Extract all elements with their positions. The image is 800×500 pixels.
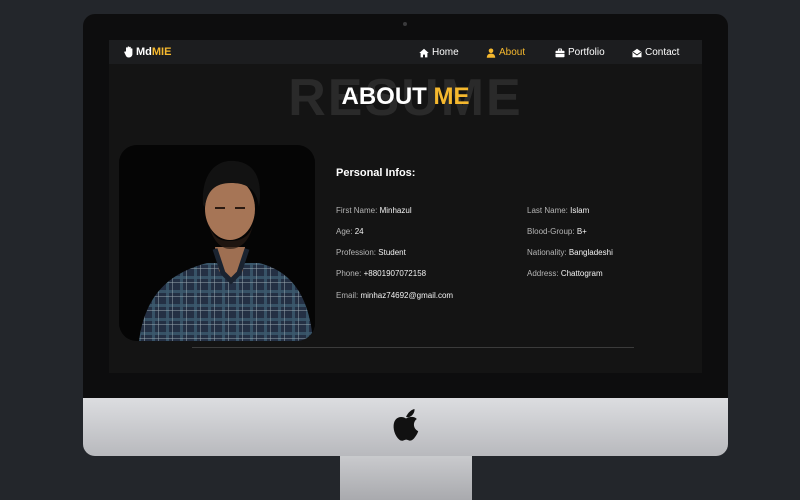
- section-title-accent: ME: [433, 83, 470, 110]
- brand-accent: MIE: [151, 46, 172, 58]
- nationality-value: Bangladeshi: [568, 248, 613, 257]
- email-label: Email:: [336, 291, 359, 300]
- camera-dot: [403, 22, 407, 26]
- info-nationality: Nationality: Bangladeshi: [527, 248, 613, 258]
- phone-value[interactable]: +8801907072158: [364, 269, 427, 278]
- info-phone: Phone: +8801907072158: [336, 269, 426, 279]
- info-email: Email: minhaz74692@gmail.com: [336, 291, 453, 301]
- first-name-label: First Name:: [336, 206, 378, 215]
- user-icon: [486, 48, 496, 58]
- nav-contact[interactable]: Contact: [632, 46, 679, 59]
- briefcase-icon: [555, 48, 565, 57]
- profession-value: Student: [378, 248, 406, 257]
- nav-about-label: About: [499, 47, 526, 58]
- apple-logo-icon: [393, 409, 419, 441]
- section-title: ABOUT ME: [109, 83, 702, 111]
- personal-infos-heading: Personal Infos:: [336, 167, 416, 179]
- website-screen: Md MIE Home About Portfolio Contact RESUM…: [109, 40, 702, 373]
- address-label: Address:: [527, 269, 559, 278]
- info-first-name: First Name: Minhazul: [336, 206, 412, 216]
- info-address: Address: Chattogram: [527, 269, 603, 279]
- info-blood-group: Blood-Group: B+: [527, 227, 587, 237]
- nav-contact-label: Contact: [645, 47, 680, 58]
- section-title-main: ABOUT: [341, 83, 427, 110]
- section-divider: [192, 347, 634, 348]
- email-value[interactable]: minhaz74692@gmail.com: [360, 291, 453, 300]
- info-age: Age: 24: [336, 227, 364, 237]
- profile-photo: [119, 145, 315, 341]
- nav-about[interactable]: About: [486, 46, 525, 59]
- nav-portfolio[interactable]: Portfolio: [555, 46, 605, 59]
- envelope-open-icon: [632, 48, 642, 57]
- blood-group-value: B+: [576, 227, 587, 236]
- home-icon: [419, 48, 429, 57]
- nav-home-label: Home: [432, 47, 459, 58]
- brand-prefix: Md: [136, 46, 152, 58]
- nationality-label: Nationality:: [527, 248, 567, 257]
- imac-stand: [340, 456, 472, 500]
- brand-logo[interactable]: Md MIE: [124, 45, 171, 59]
- address-value: Chattogram: [560, 269, 603, 278]
- last-name-label: Last Name:: [527, 206, 568, 215]
- navbar: Md MIE Home About Portfolio Contact: [109, 40, 702, 64]
- age-label: Age:: [336, 227, 353, 236]
- last-name-value: Islam: [570, 206, 590, 215]
- nav-portfolio-label: Portfolio: [568, 47, 605, 58]
- profile-photo-art: [119, 145, 315, 341]
- info-last-name: Last Name: Islam: [527, 206, 589, 216]
- age-value: 24: [354, 227, 364, 236]
- nav-home[interactable]: Home: [419, 46, 459, 59]
- blood-group-label: Blood-Group:: [527, 227, 575, 236]
- profession-label: Profession:: [336, 248, 377, 257]
- first-name-value: Minhazul: [379, 206, 412, 215]
- info-profession: Profession: Student: [336, 248, 406, 258]
- hand-icon: [124, 46, 133, 58]
- phone-label: Phone:: [336, 269, 362, 278]
